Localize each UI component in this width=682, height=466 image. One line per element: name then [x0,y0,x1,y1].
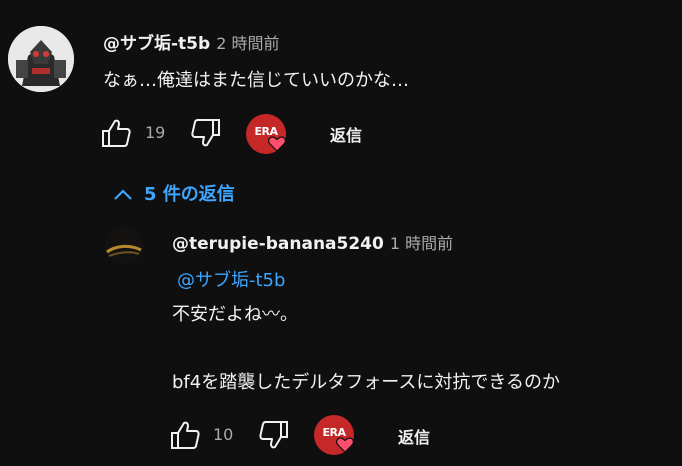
mech-avatar-image [8,26,74,92]
thumbs-down-icon [259,421,288,449]
heart-icon [336,437,354,453]
thumbs-up-icon [102,119,131,147]
like-count: 19 [145,123,166,142]
comment-text: なぁ…俺達はまた信じていいのかな… [103,70,409,91]
comment-timestamp[interactable]: 2 時間前 [216,34,279,53]
like-count: 10 [213,425,234,444]
mention-link[interactable]: @サブ垢-t5b [177,266,285,292]
dislike-button[interactable] [258,420,290,450]
author-name[interactable]: @サブ垢-t5b [103,34,210,54]
thumbs-down-icon [191,119,220,147]
dislike-button[interactable] [190,118,222,148]
avatar[interactable] [8,26,74,92]
comment-author[interactable]: @サブ垢-t5b 2 時間前 [103,29,279,54]
creator-heart-badge: ERA [314,415,354,455]
avatar[interactable] [105,226,143,264]
avatar-image [105,226,143,264]
like-button[interactable] [100,118,132,148]
replies-count-label: 5 件の返信 [144,184,235,205]
reply-text-line: bf4を踏襲したデルタフォースに対抗できるのか [172,372,560,393]
creator-heart-badge: ERA [246,114,286,154]
thumbs-up-icon [171,421,200,449]
reply-timestamp[interactable]: 1 時間前 [390,234,453,253]
heart-icon [268,136,286,152]
replies-toggle[interactable]: 5 件の返信 [112,180,235,206]
chevron-up-icon [112,188,134,202]
author-name[interactable]: @terupie-banana5240 [172,234,384,254]
reply-button[interactable]: 返信 [330,122,362,146]
reply-button[interactable]: 返信 [398,424,430,448]
reply-author[interactable]: @terupie-banana5240 1 時間前 [172,230,453,254]
like-button[interactable] [169,420,201,450]
reply-text-line: 不安だよね〰。 [172,304,298,325]
